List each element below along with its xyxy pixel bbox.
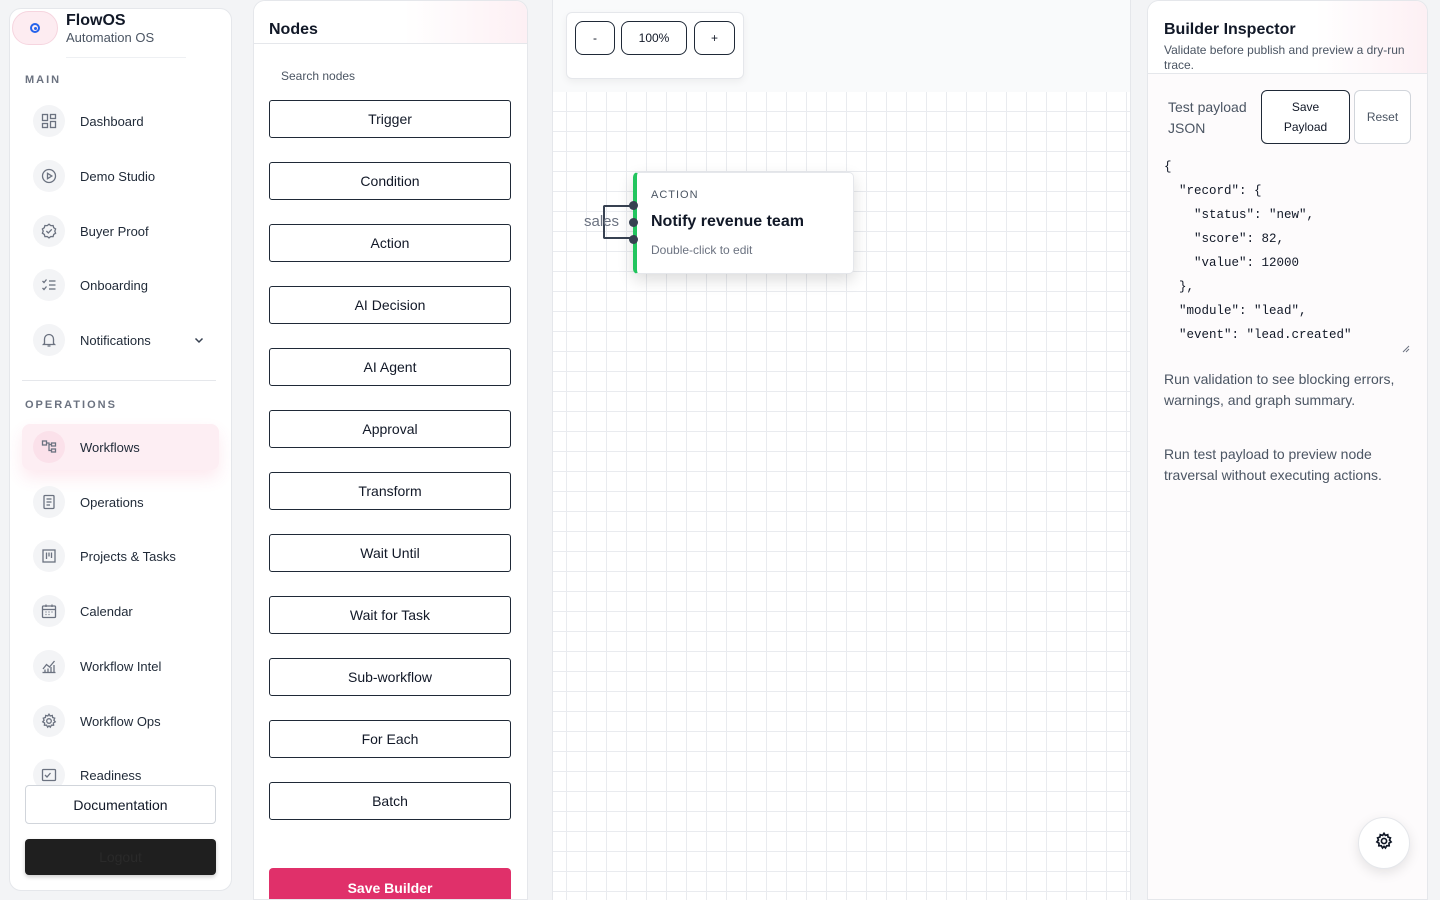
node-button-transform[interactable]: Transform (269, 472, 511, 510)
document-icon (33, 486, 65, 518)
sidebar-divider (22, 380, 216, 381)
zoom-in-button[interactable]: + (694, 21, 735, 55)
resize-grip-icon[interactable] (1400, 340, 1410, 358)
sidebar-item-label: Workflows (80, 439, 140, 455)
nodes-panel-header: Nodes (254, 1, 527, 44)
node-button-ai-decision[interactable]: AI Decision (269, 286, 511, 324)
brand-logo-icon (12, 11, 58, 45)
brand-name: FlowOS (66, 11, 126, 29)
nodes-panel: Nodes Trigger Condition Action AI Decisi… (253, 0, 528, 900)
input-port-handle[interactable] (629, 218, 638, 227)
flow-node-kind: ACTION (651, 189, 699, 201)
save-payload-button[interactable]: Save Payload (1261, 90, 1350, 144)
section-label-main: MAIN (25, 74, 62, 86)
node-button-batch[interactable]: Batch (269, 782, 511, 820)
sidebar-item-operations[interactable]: Operations (22, 479, 219, 525)
calendar-icon (33, 595, 65, 627)
check-badge-icon (33, 215, 65, 247)
sidebar-item-label: Notifications (80, 332, 151, 348)
sidebar-item-label: Projects & Tasks (80, 548, 176, 564)
node-button-approval[interactable]: Approval (269, 410, 511, 448)
zoom-toolbar: - 100% + (566, 12, 744, 79)
brand[interactable]: FlowOS Automation OS (12, 11, 154, 45)
play-icon (33, 160, 65, 192)
node-button-trigger[interactable]: Trigger (269, 100, 511, 138)
inspector-title: Builder Inspector (1164, 21, 1296, 38)
sidebar-item-label: Onboarding (80, 277, 148, 293)
payload-json-editor[interactable]: { "record": { "status": "new", "score": … (1164, 155, 1414, 351)
sidebar-item-workflows[interactable]: Workflows (22, 424, 219, 470)
sidebar-item-label: Calendar (80, 603, 133, 619)
sidebar-item-label: Workflow Ops (80, 713, 161, 729)
node-button-ai-agent[interactable]: AI Agent (269, 348, 511, 386)
flow-node-hint: Double-click to edit (651, 243, 753, 257)
sidebar-item-label: Workflow Intel (80, 658, 162, 674)
node-button-wait-until[interactable]: Wait Until (269, 534, 511, 572)
zoom-out-button[interactable]: - (575, 21, 615, 55)
sidebar-item-onboarding[interactable]: Onboarding (22, 262, 219, 308)
sidebar-item-label: Demo Studio (80, 168, 156, 184)
zoom-level-button[interactable]: 100% (621, 21, 687, 55)
edge-label[interactable]: sales (584, 213, 619, 230)
sidebar: FlowOS Automation OS MAIN Dashboard Demo… (9, 8, 232, 891)
checklist-icon (33, 269, 65, 301)
gear-icon (1375, 831, 1393, 855)
payload-label: Test payload JSON (1168, 99, 1247, 136)
section-label-operations: OPERATIONS (25, 399, 117, 411)
bell-icon (33, 324, 65, 356)
sidebar-item-label: Operations (80, 494, 144, 510)
node-button-wait-for-task[interactable]: Wait for Task (269, 596, 511, 634)
reset-payload-button[interactable]: Reset (1354, 90, 1411, 144)
save-builder-button[interactable]: Save Builder (269, 868, 511, 899)
flow-node-title: Notify revenue team (651, 213, 804, 230)
node-button-condition[interactable]: Condition (269, 162, 511, 200)
chart-icon (33, 650, 65, 682)
input-port-handle[interactable] (629, 201, 638, 210)
gear-icon (33, 705, 65, 737)
sidebar-item-buyer-proof[interactable]: Buyer Proof (22, 208, 219, 254)
sidebar-item-notifications[interactable]: Notifications (22, 317, 219, 363)
sidebar-item-label: Dashboard (80, 113, 144, 129)
logout-button[interactable]: Logout (25, 839, 216, 875)
sidebar-item-dashboard[interactable]: Dashboard (22, 98, 219, 144)
chevron-down-icon[interactable] (193, 333, 205, 351)
sidebar-item-workflow-intel[interactable]: Workflow Intel (22, 643, 219, 689)
brand-subtitle: Automation OS (66, 29, 155, 45)
documentation-button[interactable]: Documentation (25, 785, 216, 824)
sidebar-item-label: Readiness (80, 767, 142, 783)
settings-fab-button[interactable] (1358, 817, 1410, 869)
sidebar-item-demo-studio[interactable]: Demo Studio (22, 153, 219, 199)
sidebar-item-projects-tasks[interactable]: Projects & Tasks (22, 533, 219, 579)
trace-message: Run test payload to preview node travers… (1164, 446, 1382, 483)
nodes-panel-title: Nodes (269, 21, 318, 38)
board-icon (33, 540, 65, 572)
workflow-icon (33, 431, 65, 463)
grid-icon (33, 105, 65, 137)
sidebar-item-label: Buyer Proof (80, 223, 149, 239)
brand-divider (66, 57, 186, 58)
flow-node-action[interactable]: ACTION Notify revenue team Double-click … (633, 172, 854, 274)
search-nodes-input[interactable] (269, 63, 511, 89)
builder-inspector: Builder Inspector Validate before publis… (1147, 0, 1428, 900)
inspector-header: Builder Inspector Validate before publis… (1148, 1, 1427, 74)
sidebar-item-workflow-ops[interactable]: Workflow Ops (22, 698, 219, 744)
sidebar-item-calendar[interactable]: Calendar (22, 588, 219, 634)
validation-message: Run validation to see blocking errors, w… (1164, 371, 1395, 408)
node-button-action[interactable]: Action (269, 224, 511, 262)
node-button-for-each[interactable]: For Each (269, 720, 511, 758)
node-button-sub-workflow[interactable]: Sub-workflow (269, 658, 511, 696)
workflow-canvas[interactable]: - 100% + sales ACTION Notify revenue tea… (552, 0, 1131, 900)
inspector-subtitle: Validate before publish and preview a dr… (1164, 43, 1405, 72)
input-port-handle[interactable] (629, 235, 638, 244)
